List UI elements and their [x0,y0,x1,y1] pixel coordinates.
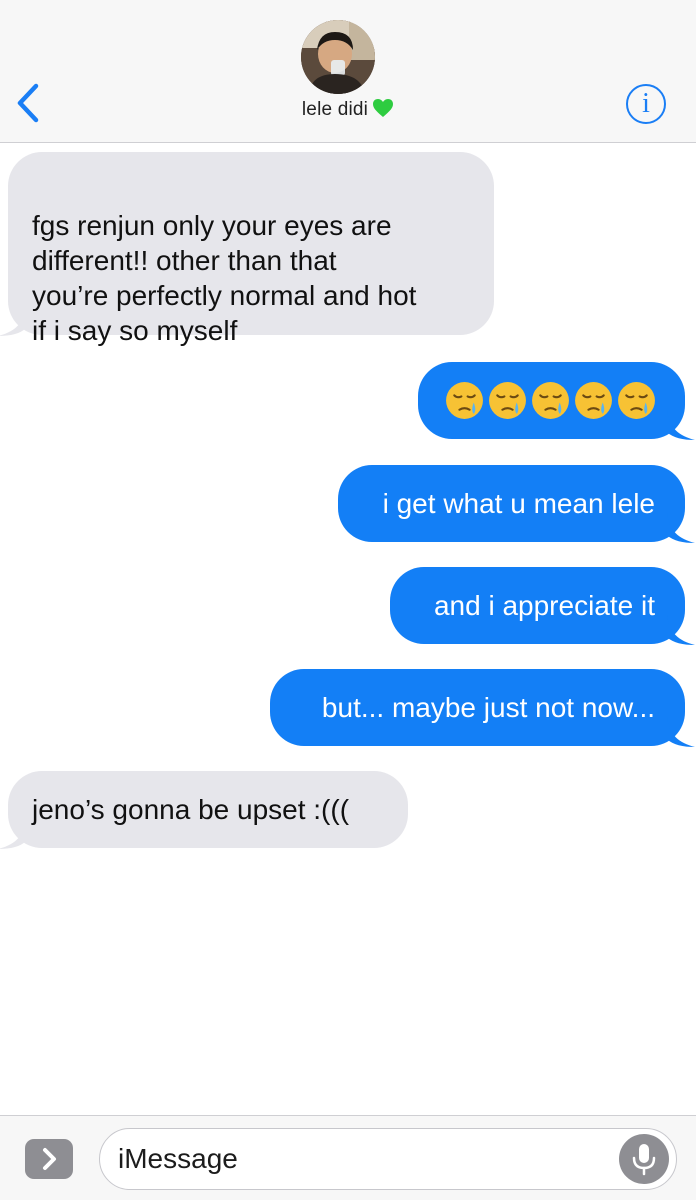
emoji-row [444,380,657,421]
sleepy-face-icon [618,382,655,419]
bubble-tail [667,615,695,645]
message-bubble-incoming[interactable]: fgs renjun only your eyes are different!… [0,152,494,346]
message-bubble-outgoing[interactable]: and i appreciate it [390,567,695,645]
sleepy-face-icon [532,382,569,419]
message-input-bar: iMessage [0,1115,696,1200]
contact-name: lele didi [301,99,369,120]
message-text: and i appreciate it [433,590,655,621]
message-bubble-incoming[interactable]: jeno’s gonna be upset :((( [0,771,408,849]
message-text: jeno’s gonna be upset :((( [32,794,350,825]
expand-apps-button[interactable] [25,1139,73,1179]
avatar-photo [301,20,375,94]
message-text: fgs renjun only your eyes are different!… [32,210,417,346]
sleepy-face-icon [575,382,612,419]
bubble-tail [667,410,695,440]
conversation-header: lele didi i [0,0,696,143]
sleepy-face-icon [489,382,526,419]
message-text: i get what u mean lele [382,488,655,519]
message-text: but... maybe just not now... [321,692,655,723]
info-button[interactable]: i [626,84,666,124]
info-icon: i [642,88,650,119]
message-bubble-outgoing[interactable] [418,362,695,440]
chevron-right-icon [43,1148,56,1170]
bubble-tail [0,819,26,849]
imessage-input[interactable]: iMessage [99,1128,677,1190]
input-placeholder: iMessage [118,1143,238,1174]
bubble-tail [667,717,695,747]
bubble-tail [0,306,26,336]
message-bubble-outgoing[interactable]: i get what u mean lele [338,465,695,543]
contact-avatar[interactable] [301,20,375,94]
bubble-tail [667,513,695,543]
microphone-icon [632,1144,656,1176]
dictation-button[interactable] [619,1134,669,1184]
message-bubble-outgoing[interactable]: but... maybe just not now... [270,669,695,747]
sleepy-face-icon [446,382,483,419]
green-heart-icon [373,99,394,117]
contact-name-row[interactable]: lele didi [0,98,696,121]
